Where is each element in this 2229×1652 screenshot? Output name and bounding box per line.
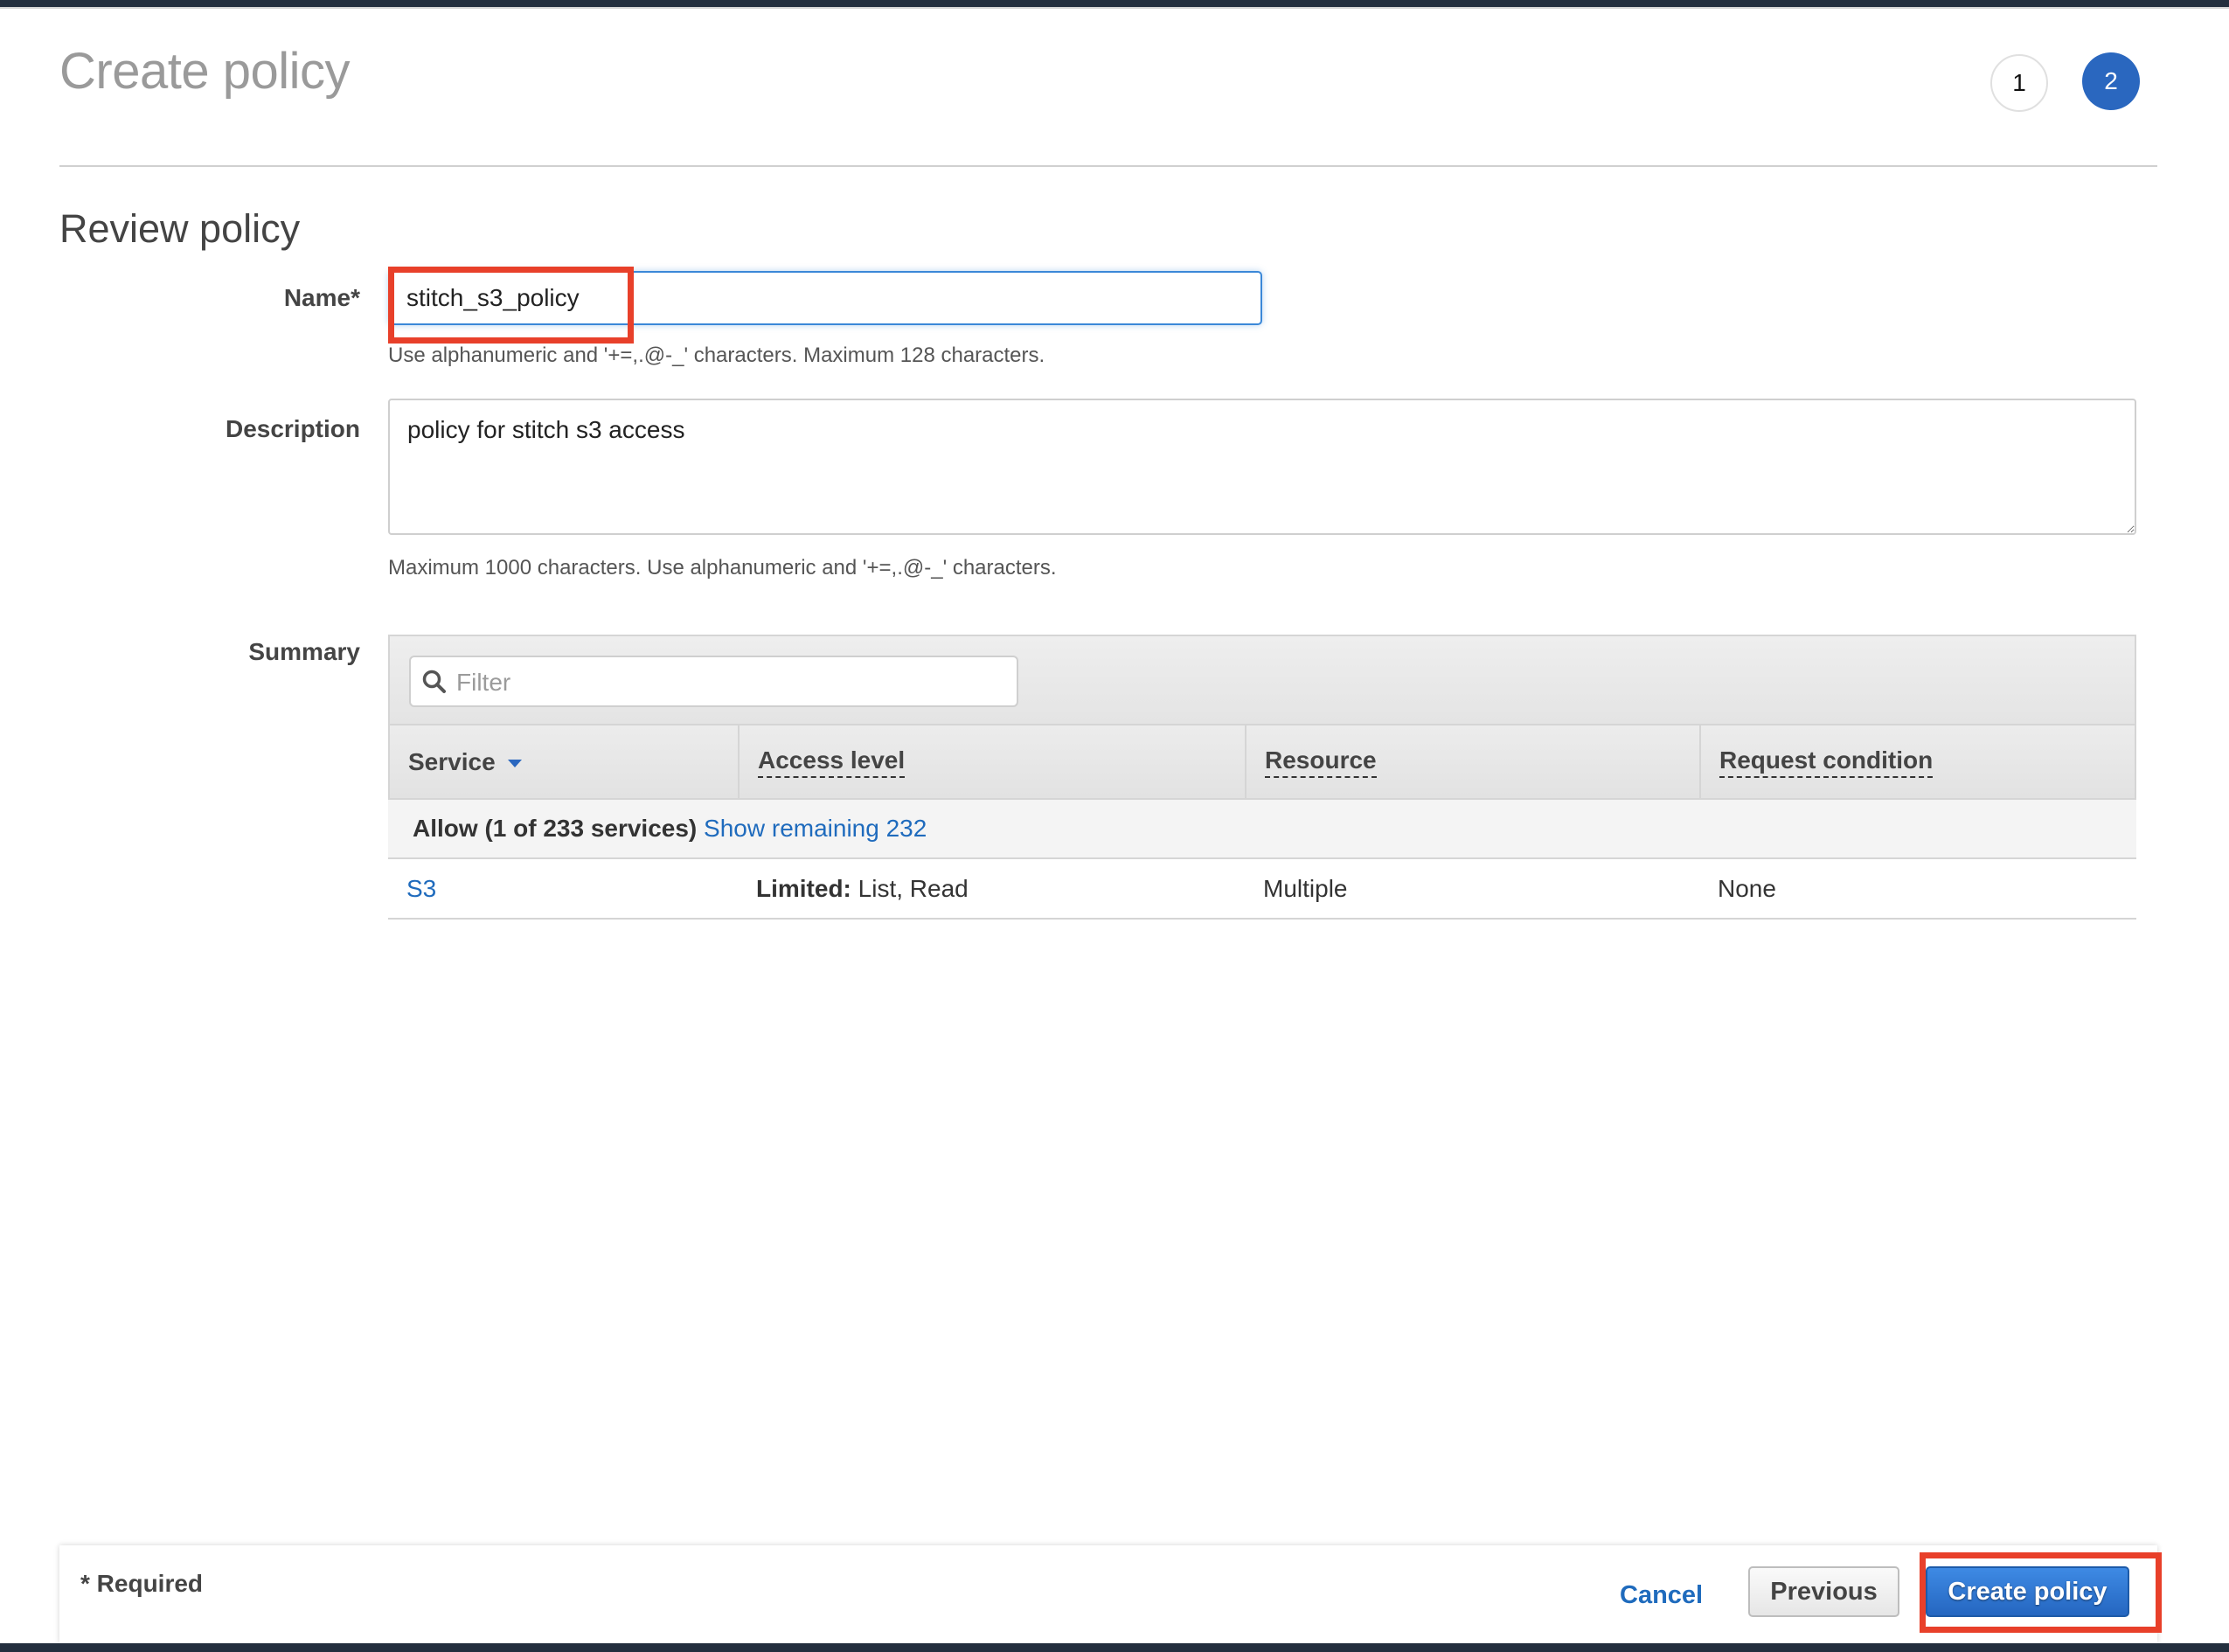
show-remaining-link[interactable]: Show remaining 232: [704, 815, 927, 843]
step-indicator-1[interactable]: 1: [1990, 54, 2048, 112]
step-number: 1: [2012, 69, 2026, 96]
summary-table: Service Access level Resource Request co…: [388, 635, 2136, 920]
previous-button[interactable]: Previous: [1748, 1566, 1899, 1617]
access-level-prefix: Limited:: [756, 874, 851, 902]
resource-cell: Multiple: [1263, 874, 1348, 902]
column-header-resource[interactable]: Resource: [1246, 725, 1701, 798]
create-policy-button[interactable]: Create policy: [1926, 1566, 2129, 1617]
table-row: S3 Limited: List, Read Multiple None: [388, 859, 2136, 920]
top-nav-bar: [0, 0, 2229, 9]
description-label: Description: [225, 415, 360, 442]
search-icon: [422, 670, 446, 693]
header-divider: [59, 165, 2157, 167]
sort-descending-icon[interactable]: [507, 760, 522, 767]
allow-group-label: Allow (1 of 233 services): [413, 815, 698, 842]
filter-bar: [388, 635, 2136, 725]
footer-panel: * Required Cancel Previous Create policy: [59, 1545, 2157, 1643]
summary-label: Summary: [248, 638, 360, 665]
name-label: Name*: [283, 284, 360, 311]
column-header-access-level[interactable]: Access level: [740, 725, 1246, 798]
step-indicator-2: 2: [2082, 52, 2140, 110]
service-link-s3[interactable]: S3: [406, 875, 436, 902]
bottom-bar: [0, 1643, 2229, 1652]
description-textarea[interactable]: policy for stitch s3 access: [388, 399, 2136, 535]
name-hint: Use alphanumeric and '+=,.@-_' character…: [388, 344, 1045, 367]
filter-field[interactable]: [409, 656, 1018, 707]
step-number: 2: [2104, 67, 2118, 94]
required-note: * Required: [80, 1570, 204, 1597]
access-level-value: List, Read: [851, 874, 969, 902]
filter-input[interactable]: [455, 657, 1009, 707]
column-header-request-condition[interactable]: Request condition: [1701, 725, 2135, 798]
request-condition-cell: None: [1718, 874, 1776, 902]
cancel-button[interactable]: Cancel: [1620, 1581, 1703, 1610]
table-header: Service Access level Resource Request co…: [388, 725, 2136, 800]
page-title: Create policy: [59, 43, 350, 100]
policy-name-input[interactable]: [388, 271, 1262, 325]
description-hint: Maximum 1000 characters. Use alphanumeri…: [388, 556, 1057, 580]
column-header-service[interactable]: Service: [390, 725, 740, 798]
service-cell: S3: [388, 875, 738, 903]
access-level-cell: Limited: List, Read: [738, 875, 1245, 903]
allow-group-row: Allow (1 of 233 services) Show remaining…: [388, 800, 2136, 859]
section-title: Review policy: [59, 206, 301, 251]
